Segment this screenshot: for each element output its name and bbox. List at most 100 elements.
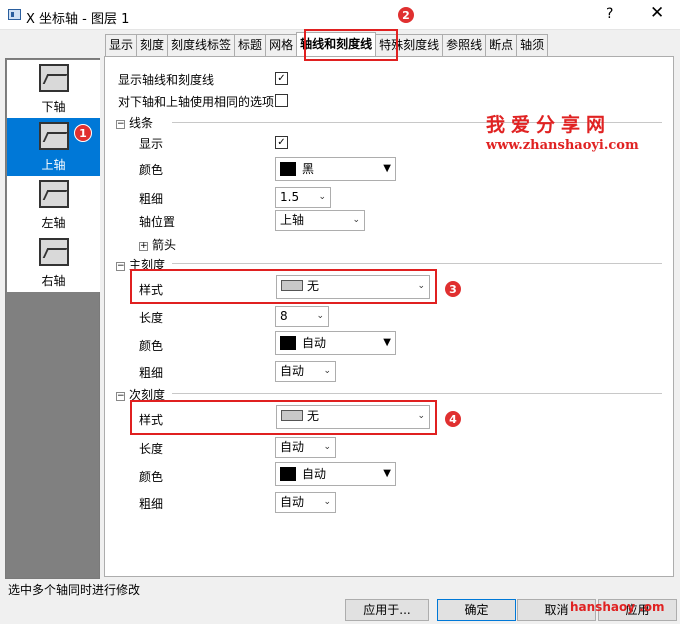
major-style-select[interactable]: 无 ⌄ [276, 275, 430, 299]
dropdown-arrow-icon: ▼ [383, 468, 391, 479]
axis-item-label: 上轴 [41, 158, 66, 172]
minor-thickness-label: 粗细 [139, 497, 164, 511]
minor-color-select[interactable]: 自动 ▼ [275, 462, 396, 486]
apply-to-button[interactable]: 应用于... [345, 599, 429, 621]
axis-position-label: 轴位置 [139, 215, 176, 229]
axis-left-icon [39, 180, 69, 208]
chevron-down-icon: ⌄ [316, 311, 324, 321]
marker-badge-3: 3 [444, 280, 462, 298]
tab-strip: 显示 刻度 刻度线标签 标题 网格 轴线和刻度线 特殊刻度线 参照线 断点 轴须 [105, 32, 549, 56]
tab-scale[interactable]: 刻度 [136, 34, 169, 56]
chevron-down-icon: ⌄ [417, 411, 425, 421]
major-length-select[interactable]: 8 ⌄ [275, 306, 329, 327]
color-swatch [280, 336, 296, 350]
marker-badge-2: 2 [397, 6, 415, 24]
tab-rug[interactable]: 轴须 [516, 34, 549, 56]
same-options-label: 对下轴和上轴使用相同的选项 [118, 95, 275, 109]
line-thickness-value: 1.5 [280, 190, 300, 204]
major-color-value: 自动 [302, 336, 327, 350]
major-thickness-label: 粗细 [139, 366, 164, 380]
tab-special-ticks[interactable]: 特殊刻度线 [375, 34, 444, 56]
major-thickness-value: 自动 [280, 364, 305, 378]
line-show-label: 显示 [139, 137, 164, 151]
watermark-title: 我爱分享网 [486, 114, 612, 136]
axis-bottom-icon [39, 64, 69, 92]
title-bar: X 坐标轴 - 图层 1 ? ✕ [0, 0, 680, 30]
axis-position-value: 上轴 [280, 213, 305, 227]
axis-item-right[interactable]: 右轴 [7, 234, 100, 292]
tab-title[interactable]: 标题 [234, 34, 267, 56]
close-button[interactable]: ✕ [650, 3, 664, 23]
collapse-icon: − [116, 261, 125, 271]
chevron-down-icon: ⌄ [323, 366, 331, 376]
chevron-down-icon: ⌄ [417, 281, 425, 291]
major-thickness-select[interactable]: 自动 ⌄ [275, 361, 336, 382]
major-style-label: 样式 [139, 283, 164, 297]
collapse-icon: − [116, 391, 125, 401]
same-options-checkbox[interactable] [275, 94, 288, 107]
show-axis-label: 显示轴线和刻度线 [118, 73, 215, 87]
minor-ticks-header[interactable]: − 次刻度 [116, 386, 165, 403]
color-swatch [280, 162, 296, 176]
collapse-icon: − [116, 119, 125, 129]
line-color-value: 黑 [302, 162, 315, 176]
tab-tick-labels[interactable]: 刻度线标签 [167, 34, 236, 56]
arrow-section-header[interactable]: + 箭头 [139, 236, 176, 253]
tab-reference-lines[interactable]: 参照线 [442, 34, 487, 56]
axis-top-icon [39, 122, 69, 150]
line-thickness-label: 粗细 [139, 192, 164, 206]
tick-style-swatch [281, 410, 303, 421]
minor-color-label: 颜色 [139, 470, 164, 484]
line-show-checkbox[interactable]: ✓ [275, 136, 288, 149]
chevron-down-icon: ⌄ [323, 497, 331, 507]
window-title: X 坐标轴 - 图层 1 [26, 12, 130, 27]
line-section-header[interactable]: − 线条 [116, 114, 153, 131]
tab-breaks[interactable]: 断点 [485, 34, 518, 56]
help-button[interactable]: ? [606, 6, 613, 22]
arrow-section-title: 箭头 [152, 238, 177, 252]
tick-style-swatch [281, 280, 303, 291]
marker-badge-1: 1 [74, 124, 92, 142]
minor-thickness-select[interactable]: 自动 ⌄ [275, 492, 336, 513]
major-color-select[interactable]: 自动 ▼ [275, 331, 396, 355]
ok-button[interactable]: 确定 [437, 599, 516, 621]
show-axis-checkbox[interactable]: ✓ [275, 72, 288, 85]
tab-line-and-ticks[interactable]: 轴线和刻度线 [296, 32, 377, 56]
major-style-value: 无 [307, 279, 320, 293]
chevron-down-icon: ⌄ [352, 215, 360, 225]
line-color-label: 颜色 [139, 163, 164, 177]
major-ticks-header[interactable]: − 主刻度 [116, 256, 165, 273]
minor-style-select[interactable]: 无 ⌄ [276, 405, 430, 429]
minor-ticks-title: 次刻度 [129, 388, 166, 402]
tab-display[interactable]: 显示 [105, 34, 138, 56]
section-divider [172, 393, 662, 394]
minor-style-value: 无 [307, 409, 320, 423]
minor-style-label: 样式 [139, 413, 164, 427]
axis-item-label: 左轴 [41, 216, 66, 230]
watermark-corner: hanshaoy .om [570, 600, 665, 614]
expand-icon: + [139, 241, 148, 251]
minor-length-label: 长度 [139, 442, 164, 456]
axis-item-label: 右轴 [41, 274, 66, 288]
line-color-select[interactable]: 黑 ▼ [275, 157, 396, 181]
major-length-label: 长度 [139, 311, 164, 325]
axis-item-label: 下轴 [41, 100, 66, 114]
minor-length-select[interactable]: 自动 ⌄ [275, 437, 336, 458]
app-icon [8, 9, 21, 20]
minor-color-value: 自动 [302, 467, 327, 481]
axis-right-icon [39, 238, 69, 266]
status-text: 选中多个轴同时进行修改 [8, 583, 141, 597]
axis-item-bottom[interactable]: 下轴 [7, 60, 100, 118]
chevron-down-icon: ⌄ [318, 192, 326, 202]
marker-badge-4: 4 [444, 410, 462, 428]
minor-thickness-value: 自动 [280, 495, 305, 509]
section-divider [172, 263, 662, 264]
axis-item-left[interactable]: 左轴 [7, 176, 100, 234]
tab-grid[interactable]: 网格 [265, 34, 298, 56]
line-section-title: 线条 [129, 116, 154, 130]
major-color-label: 颜色 [139, 339, 164, 353]
major-ticks-title: 主刻度 [129, 258, 166, 272]
line-thickness-select[interactable]: 1.5 ⌄ [275, 187, 331, 208]
watermark-url: www.zhanshaoyi.com [486, 138, 639, 153]
axis-position-select[interactable]: 上轴 ⌄ [275, 210, 365, 231]
